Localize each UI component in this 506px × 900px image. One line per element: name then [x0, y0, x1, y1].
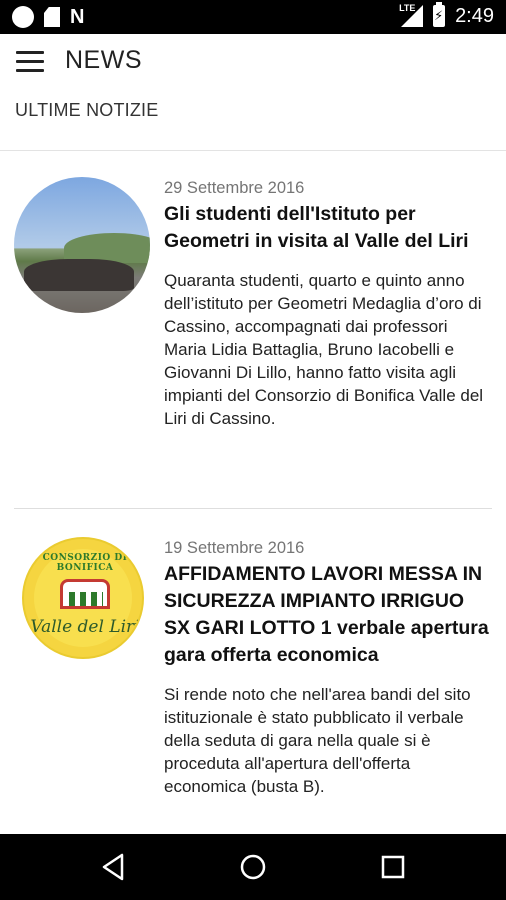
- news-excerpt: Quaranta studenti, quarto e quinto anno …: [164, 271, 484, 428]
- news-excerpt: Si rende noto che nell'area bandi del si…: [164, 685, 471, 796]
- battery-icon: ⚡: [433, 2, 446, 27]
- navigation-bar: [0, 834, 506, 900]
- news-title[interactable]: AFFIDAMENTO LAVORI MESSA IN SICUREZZA IM…: [164, 561, 494, 669]
- clock: 2:49: [455, 5, 494, 27]
- sd-card-icon: [44, 7, 60, 27]
- system-icons: LTE ⚡ 2:49: [399, 2, 494, 28]
- recents-icon[interactable]: [376, 850, 410, 884]
- signal-icon: LTE: [399, 3, 424, 27]
- notification-dot-icon: [12, 6, 34, 28]
- notification-icons: N: [12, 6, 84, 28]
- news-title[interactable]: Gli studenti dell'Istituto per Geometri …: [164, 201, 494, 255]
- back-icon[interactable]: [98, 850, 132, 884]
- hamburger-menu-icon[interactable]: [16, 51, 44, 73]
- network-type: LTE: [399, 3, 416, 13]
- news-item[interactable]: 29 Settembre 2016 Gli studenti dell'Isti…: [0, 151, 506, 508]
- page-title: NEWS: [65, 46, 142, 74]
- home-icon[interactable]: [236, 850, 270, 884]
- news-date: 29 Settembre 2016: [164, 179, 305, 197]
- status-bar: N LTE ⚡ 2:49: [0, 0, 506, 34]
- news-date: 19 Settembre 2016: [164, 539, 305, 557]
- app-bar: NEWS: [0, 34, 506, 90]
- nfc-icon: N: [70, 6, 85, 28]
- news-list[interactable]: 29 Settembre 2016 Gli studenti dell'Isti…: [0, 151, 506, 834]
- divider: [14, 508, 492, 509]
- section-heading: ULTIME NOTIZIE: [15, 100, 159, 120]
- news-item[interactable]: 19 Settembre 2016 AFFIDAMENTO LAVORI MES…: [0, 537, 506, 798]
